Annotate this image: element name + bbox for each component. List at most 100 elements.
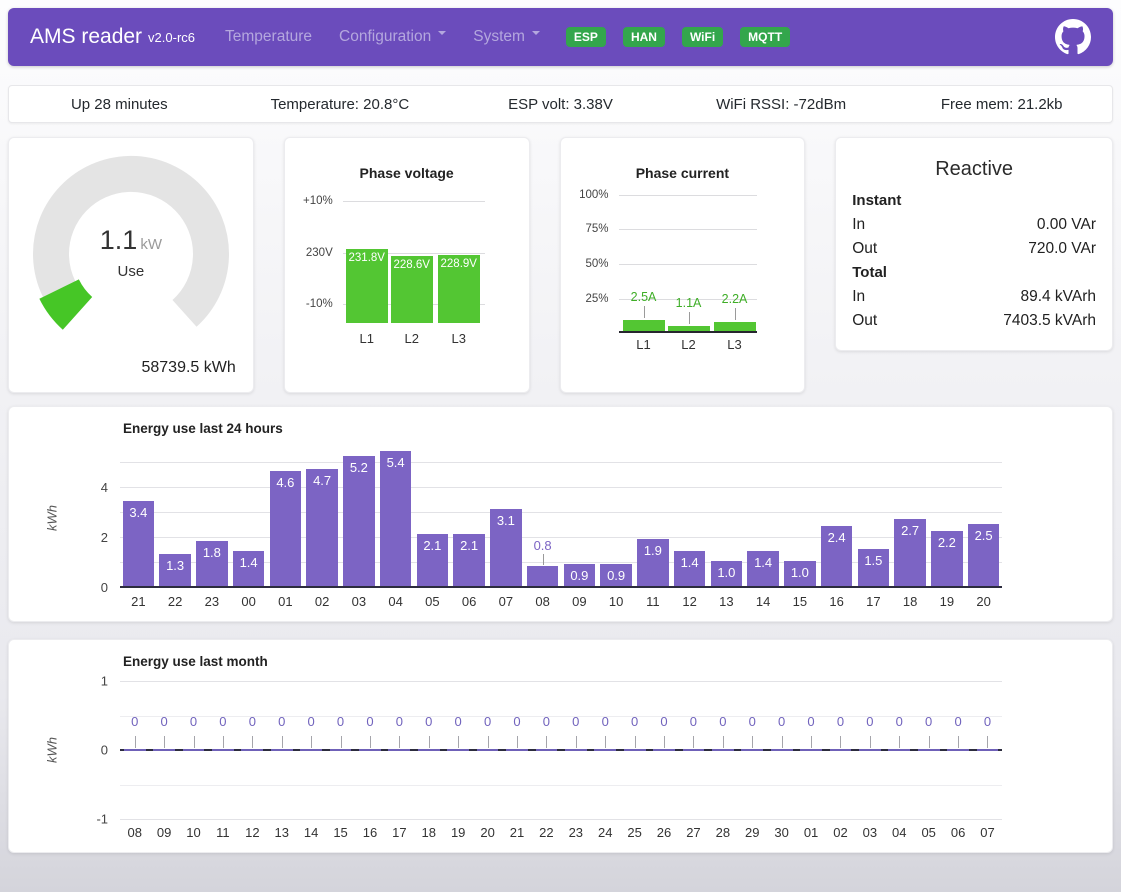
x-tick-label: 22	[157, 594, 194, 609]
label-connector	[429, 736, 430, 748]
voltage-bar: 231.8V	[346, 249, 388, 323]
bar-value-label: 0	[973, 714, 1002, 729]
label-connector	[987, 736, 988, 748]
gridline	[619, 229, 757, 230]
bar-slot: 1.8	[194, 448, 231, 588]
bar-value-label: 0	[885, 714, 914, 729]
gridline	[120, 819, 1002, 820]
nav-system[interactable]: System	[473, 28, 540, 46]
bar-value-label: 0	[267, 714, 296, 729]
bar-slot: 4.7	[304, 448, 341, 588]
label-connector	[870, 736, 871, 748]
uptime-text: Up 28 minutes	[9, 96, 230, 113]
page: AMS reader v2.0-rc6 Temperature Configur…	[0, 8, 1121, 853]
bar-value-label: 0	[679, 714, 708, 729]
y-tick-label: 50%	[561, 258, 609, 270]
bar-slot: 0	[767, 681, 796, 819]
bar-value-label: 5.4	[377, 455, 414, 470]
energy-month-x-axis: 0809101112131415161718192021222324252627…	[120, 825, 1002, 840]
label-connector	[282, 736, 283, 748]
bar-slot: 5.4	[377, 448, 414, 588]
bar-value-label: 1.9	[635, 543, 672, 558]
y-tick-label: 0	[101, 743, 108, 758]
zero-bar	[418, 749, 440, 751]
reactive-instant-in-value: 0.00 VAr	[1037, 213, 1096, 237]
bar-slot: 0	[649, 681, 678, 819]
current-bar	[714, 322, 756, 331]
zero-bar	[153, 749, 175, 751]
github-link[interactable]	[1055, 19, 1091, 55]
bar-value-label: 0	[914, 714, 943, 729]
energy-24h-card: Energy use last 24 hours kWh 024 3.41.31…	[8, 406, 1113, 622]
phase-voltage-chart: +10%230V-10%231.8VL1228.6VL2228.9VL3	[343, 201, 485, 351]
bar-value-label: 0	[620, 714, 649, 729]
x-tick-label: 26	[649, 825, 678, 840]
nav-configuration-label: Configuration	[339, 28, 431, 45]
label-connector	[399, 736, 400, 748]
bar-value-label: 0	[943, 714, 972, 729]
reactive-total-in-label: In	[852, 285, 865, 309]
bar-value-label: 0.9	[561, 568, 598, 583]
bar-slot: 3.4	[120, 448, 157, 588]
bar-slot: 0	[385, 681, 414, 819]
bar-value-label: 0	[296, 714, 325, 729]
gridline	[343, 201, 485, 202]
phase-current-chart: 100%75%50%25%2.5AL11.1AL22.2AL3	[619, 195, 757, 357]
x-tick-label: 05	[414, 594, 451, 609]
x-tick-label: 16	[355, 825, 384, 840]
bar-value-label: 0	[738, 714, 767, 729]
label-connector	[135, 736, 136, 748]
bar-slot: 1.0	[708, 448, 745, 588]
esp-volt-text: ESP volt: 3.38V	[450, 96, 671, 113]
energy-bar	[527, 566, 559, 586]
bar-value-label: 0	[443, 714, 472, 729]
x-tick-label: 09	[561, 594, 598, 609]
bar-slot: 3.1	[488, 448, 525, 588]
bar-slot: 0	[532, 681, 561, 819]
reactive-total-in-value: 89.4 kVArh	[1020, 285, 1096, 309]
phase-voltage-card: Phase voltage +10%230V-10%231.8VL1228.6V…	[284, 137, 530, 393]
bar-value-label: 0	[855, 714, 884, 729]
zero-bar	[800, 749, 822, 751]
bar-value-label: 1.3	[157, 558, 194, 573]
bar-slot: 0	[973, 681, 1002, 819]
bar-slot: 0	[326, 681, 355, 819]
x-tick-label: L3	[714, 337, 756, 352]
x-tick-label: 17	[855, 594, 892, 609]
y-tick-label: -1	[96, 812, 108, 827]
zero-bar	[241, 749, 263, 751]
nav-configuration[interactable]: Configuration	[339, 28, 446, 46]
bar-value-label: 2.5	[965, 528, 1002, 543]
app-header: AMS reader v2.0-rc6 Temperature Configur…	[8, 8, 1113, 66]
x-tick-label: 12	[238, 825, 267, 840]
bar-slot: 0	[679, 681, 708, 819]
gauge-value: 1.1	[100, 225, 138, 255]
zero-bar	[977, 749, 999, 751]
energy-24h-y-axis-label: kWh	[45, 505, 60, 531]
x-tick-label: 02	[826, 825, 855, 840]
label-connector	[223, 736, 224, 748]
bar-slot: 0	[443, 681, 472, 819]
reactive-row: In 89.4 kVArh	[852, 285, 1096, 309]
bar-value-label: 0	[326, 714, 355, 729]
voltage-bar: 228.6V	[391, 256, 433, 323]
x-tick-label: 10	[179, 825, 208, 840]
bar-slot: 2.1	[451, 448, 488, 588]
bar-value-label: 0	[238, 714, 267, 729]
label-connector	[735, 308, 736, 320]
wifi-status-badge: WiFi	[682, 27, 723, 47]
bar-value-label: 1.8	[194, 545, 231, 560]
bar-slot: 0	[502, 681, 531, 819]
label-connector	[693, 736, 694, 748]
bar-value-label: 0	[826, 714, 855, 729]
x-tick-label: 14	[296, 825, 325, 840]
bar-slot: 2.2	[929, 448, 966, 588]
x-tick-label: 16	[818, 594, 855, 609]
energy-24h-x-axis: 2122230001020304050607080910111213141516…	[120, 594, 1002, 609]
x-tick-label: 05	[914, 825, 943, 840]
y-tick-label: 1	[101, 674, 108, 689]
y-tick-label: 75%	[561, 223, 609, 235]
nav-temperature[interactable]: Temperature	[225, 28, 312, 46]
bar-slot: 5.2	[341, 448, 378, 588]
reactive-title: Reactive	[852, 158, 1096, 181]
